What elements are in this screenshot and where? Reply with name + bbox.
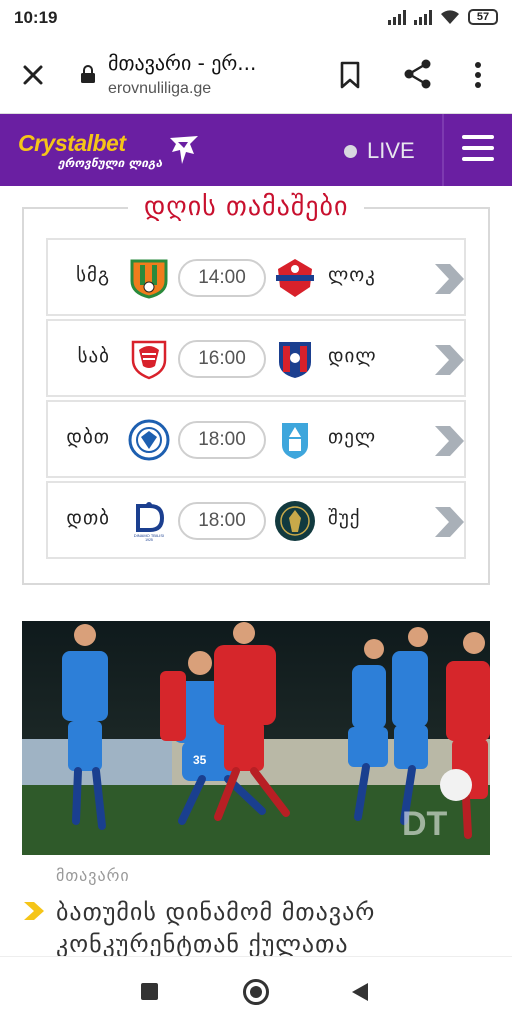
home-team-code: დთბ (66, 507, 110, 529)
dila-crest-icon (279, 342, 311, 378)
recent-apps-button[interactable] (141, 983, 158, 1000)
news-headline[interactable]: ბათუმის დინამომ მთავარ კონკურენტთან ქულა… (56, 896, 476, 960)
match-row[interactable]: დთბ DINAMO TBILISI 1925 18:00 შუქ (46, 481, 466, 559)
home-team-code: სმგ (76, 264, 110, 286)
away-team-code: დილ (328, 345, 377, 367)
kickoff-time: 18:00 (178, 421, 266, 459)
chevron-right-icon (24, 902, 44, 920)
live-label: LIVE (367, 138, 415, 163)
shukura-crest-icon (275, 501, 315, 541)
watermark-logo: DT (402, 805, 448, 843)
dinamo-batumi-crest-icon (128, 419, 170, 461)
matches-title: დღის თამაშები (128, 192, 365, 222)
signal-icon (388, 9, 406, 25)
samgurali-crest-icon (130, 259, 168, 299)
status-icons: 57 (388, 9, 498, 25)
signal-icon (414, 9, 432, 25)
page-title[interactable]: მთავარი - ერ... (108, 51, 256, 75)
crystalbet-logo[interactable]: Crystalbet (18, 130, 126, 157)
telavi-crest-icon (282, 423, 308, 459)
chevron-right-icon[interactable] (432, 504, 466, 540)
match-row[interactable]: სმგ 14:00 ლოკ (46, 238, 466, 316)
lokomotivi-crest-icon (276, 259, 314, 297)
dinamo-tbilisi-crest-icon: DINAMO TBILISI 1925 (134, 502, 164, 542)
away-team-code: თელ (328, 426, 377, 448)
match-row[interactable]: საბ 16:00 დილ (46, 319, 466, 397)
lock-icon (81, 65, 95, 83)
system-navigation-bar (0, 956, 512, 1024)
status-bar: 10:19 57 (0, 0, 512, 36)
hamburger-menu-button[interactable] (462, 135, 494, 163)
home-team-code: დბთ (66, 426, 110, 448)
chevron-right-icon[interactable] (432, 261, 466, 297)
live-dot-icon (344, 144, 357, 158)
spartan-helmet-icon (170, 136, 198, 164)
crest-year-text: 1925 (145, 538, 153, 542)
news-category[interactable]: მთავარი (56, 866, 130, 885)
kickoff-time: 14:00 (178, 259, 266, 297)
site-header: Crystalbet ეროვნული ლიგა LIVE (0, 114, 512, 186)
page-url[interactable]: erovnuliliga.ge (108, 80, 211, 98)
player-number-text: 35 (193, 753, 207, 767)
league-logo-text[interactable]: ეროვნული ლიგა (58, 156, 162, 170)
share-button[interactable] (402, 58, 434, 90)
saburtalo-crest-icon (131, 340, 167, 380)
news-photo[interactable]: 35 DT (22, 621, 490, 855)
home-team-code: საბ (77, 345, 110, 367)
chevron-right-icon[interactable] (432, 342, 466, 378)
status-time: 10:19 (14, 8, 58, 27)
chevron-right-icon[interactable] (432, 423, 466, 459)
away-team-code: ლოკ (328, 264, 376, 286)
match-row[interactable]: დბთ 18:00 თელ (46, 400, 466, 478)
battery-indicator: 57 (468, 9, 498, 25)
kickoff-time: 18:00 (178, 502, 266, 540)
header-divider (442, 114, 444, 186)
more-options-button[interactable] (468, 60, 488, 90)
kickoff-time: 16:00 (178, 340, 266, 378)
back-button[interactable] (350, 981, 370, 1003)
wifi-icon (441, 10, 459, 24)
away-team-code: შუქ (328, 507, 361, 529)
live-button[interactable]: LIVE (344, 138, 415, 164)
home-button[interactable] (243, 979, 269, 1005)
bookmark-button[interactable] (336, 60, 364, 90)
close-tab-button[interactable] (18, 60, 48, 90)
browser-toolbar: მთავარი - ერ... erovnuliliga.ge (0, 36, 512, 114)
